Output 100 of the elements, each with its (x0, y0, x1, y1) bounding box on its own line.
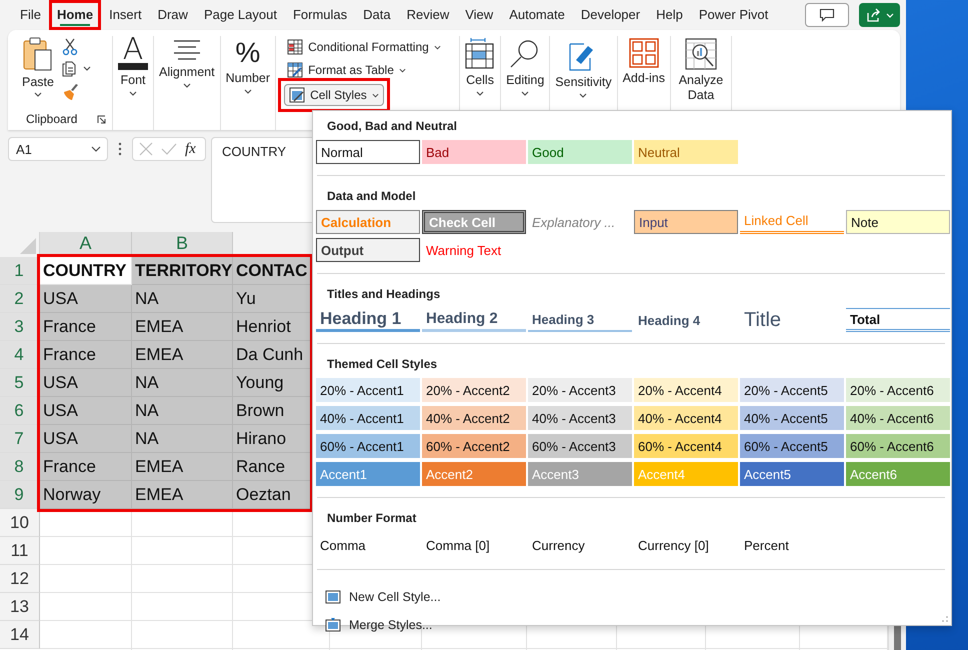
row-header[interactable]: 10 (0, 509, 40, 537)
cell-style-option[interactable]: Comma (316, 532, 420, 558)
cell-style-option[interactable]: 40% - Accent4 (634, 406, 738, 430)
ribbon-button[interactable]: Cell Styles (284, 84, 384, 106)
ribbon-button[interactable]: Cells (465, 36, 496, 96)
ribbon-tab[interactable]: Help (648, 0, 691, 30)
more-icon[interactable] (118, 142, 122, 156)
cell-style-option[interactable]: 40% - Accent5 (740, 406, 844, 430)
ribbon-button[interactable]: % Number (226, 36, 270, 94)
row-header[interactable]: 8 (0, 453, 40, 481)
row-header[interactable]: 13 (0, 593, 40, 621)
ribbon-button[interactable]: A Font (118, 36, 148, 96)
ribbon-button[interactable]: Editing (506, 36, 544, 96)
table-cell: NA (132, 397, 233, 425)
cell-style-option[interactable]: 60% - Accent4 (634, 434, 738, 458)
cell-style-option[interactable]: 60% - Accent6 (846, 434, 950, 458)
row-header[interactable]: 1 (0, 257, 40, 285)
ribbon-button[interactable]: Analyze Data (676, 36, 726, 103)
cell-style-option[interactable]: Explanatory ... (528, 210, 632, 234)
dialog-launcher-icon[interactable] (97, 114, 106, 124)
cut-icon[interactable] (62, 38, 78, 56)
ribbon-tab[interactable]: Draw (150, 0, 196, 30)
cell-style-option[interactable]: 40% - Accent2 (422, 406, 526, 430)
caret-icon (34, 92, 42, 97)
cell-style-option[interactable]: Currency [0] (634, 532, 738, 558)
row-header[interactable]: 2 (0, 285, 40, 313)
cell-style-option[interactable]: 20% - Accent1 (316, 378, 420, 402)
ribbon-tab[interactable]: Automate (501, 0, 573, 30)
cell-style-option[interactable]: 60% - Accent1 (316, 434, 420, 458)
cell-style-option[interactable]: 20% - Accent3 (528, 378, 632, 402)
row-header[interactable]: 11 (0, 537, 40, 565)
cell-style-option[interactable]: 40% - Accent3 (528, 406, 632, 430)
cell-style-option[interactable]: 40% - Accent6 (846, 406, 950, 430)
copy-icon[interactable] (62, 61, 92, 77)
cell-style-option[interactable]: Good (528, 140, 632, 164)
table-cell: France (40, 341, 132, 369)
cell-style-option[interactable]: Total (846, 308, 950, 332)
cell-style-option[interactable]: 40% - Accent1 (316, 406, 420, 430)
cell-style-option[interactable]: Heading 3 (528, 308, 632, 332)
name-box[interactable]: A1 (8, 137, 108, 161)
row-header[interactable]: 3 (0, 313, 40, 341)
caret-icon (182, 83, 191, 88)
cell-style-option[interactable]: 20% - Accent6 (846, 378, 950, 402)
cell-style-option[interactable]: Accent5 (740, 462, 844, 486)
ribbon-tab[interactable]: Insert (101, 0, 150, 30)
table-cell: NA (132, 425, 233, 453)
cell-style-option[interactable]: Bad (422, 140, 526, 164)
cell-style-option[interactable]: 20% - Accent5 (740, 378, 844, 402)
ribbon-button[interactable]: Conditional Formatting (282, 36, 446, 58)
cell-style-option[interactable]: Percent (740, 532, 844, 558)
cell-style-option[interactable]: Title (740, 308, 844, 332)
row-header[interactable]: 7 (0, 425, 40, 453)
ribbon-button[interactable]: Sensitivity (555, 36, 612, 98)
ribbon-button[interactable]: Format as Table (282, 59, 411, 81)
ribbon-tab[interactable]: Developer (572, 0, 648, 30)
ribbon-tab[interactable]: Data (355, 0, 399, 30)
cell-style-option[interactable]: Heading 1 (316, 308, 420, 332)
row-header[interactable]: 14 (0, 621, 40, 649)
ribbon-button[interactable]: Alignment (159, 36, 215, 88)
cell-style-option[interactable]: Normal (316, 140, 420, 164)
row-header[interactable]: 9 (0, 481, 40, 509)
cell-style-option[interactable]: Heading 4 (634, 308, 738, 332)
cell-style-option[interactable]: Output (316, 238, 420, 262)
cell-style-option[interactable]: Currency (528, 532, 632, 558)
ribbon-tab[interactable]: Page Layout (196, 0, 285, 30)
cell-style-option[interactable]: 60% - Accent3 (528, 434, 632, 458)
section-title: Number Format (326, 511, 418, 525)
cell-style-icon (289, 87, 306, 103)
row-header[interactable]: 12 (0, 565, 40, 593)
ribbon-tab[interactable]: View (457, 0, 502, 30)
row-header[interactable]: 5 (0, 369, 40, 397)
menu-item[interactable]: Merge Styles... (313, 611, 432, 639)
cell-style-option[interactable]: 20% - Accent2 (422, 378, 526, 402)
four-squares-icon (628, 38, 659, 68)
resize-grip-icon[interactable] (942, 616, 948, 622)
cell-style-option[interactable]: 60% - Accent5 (740, 434, 844, 458)
cell-style-option[interactable]: Heading 2 (422, 308, 526, 332)
cell-style-option[interactable]: Warning Text (422, 238, 526, 262)
comments-button[interactable] (805, 3, 849, 27)
cell-style-option[interactable]: 60% - Accent2 (422, 434, 526, 458)
menu-item[interactable]: New Cell Style... (313, 583, 441, 611)
row-header[interactable]: 4 (0, 341, 40, 369)
insert-function-button[interactable]: fx (185, 140, 196, 158)
cell-style-option[interactable]: Neutral (634, 140, 738, 164)
ribbon-button[interactable]: Add-ins (622, 36, 665, 86)
cell-style-option[interactable]: Comma [0] (422, 532, 526, 558)
row-header[interactable]: 6 (0, 397, 40, 425)
ribbon-tab[interactable]: Review (398, 0, 458, 30)
cell-style-option[interactable]: Note (846, 210, 950, 234)
paintbrush-icon[interactable] (62, 82, 80, 100)
cell-style-option[interactable]: Input (634, 210, 738, 234)
cell-style-option[interactable]: 20% - Accent4 (634, 378, 738, 402)
ribbon-tab[interactable]: Home (48, 0, 102, 30)
table-cell: EMEA (132, 453, 233, 481)
paste-button[interactable]: Paste (22, 36, 54, 100)
ribbon-tab[interactable]: Formulas (284, 0, 356, 30)
ribbon-tab[interactable]: File (12, 0, 49, 30)
share-button[interactable] (859, 3, 900, 27)
triangle-icon (20, 238, 36, 254)
ribbon-tab[interactable]: Power Pivot (690, 0, 776, 30)
